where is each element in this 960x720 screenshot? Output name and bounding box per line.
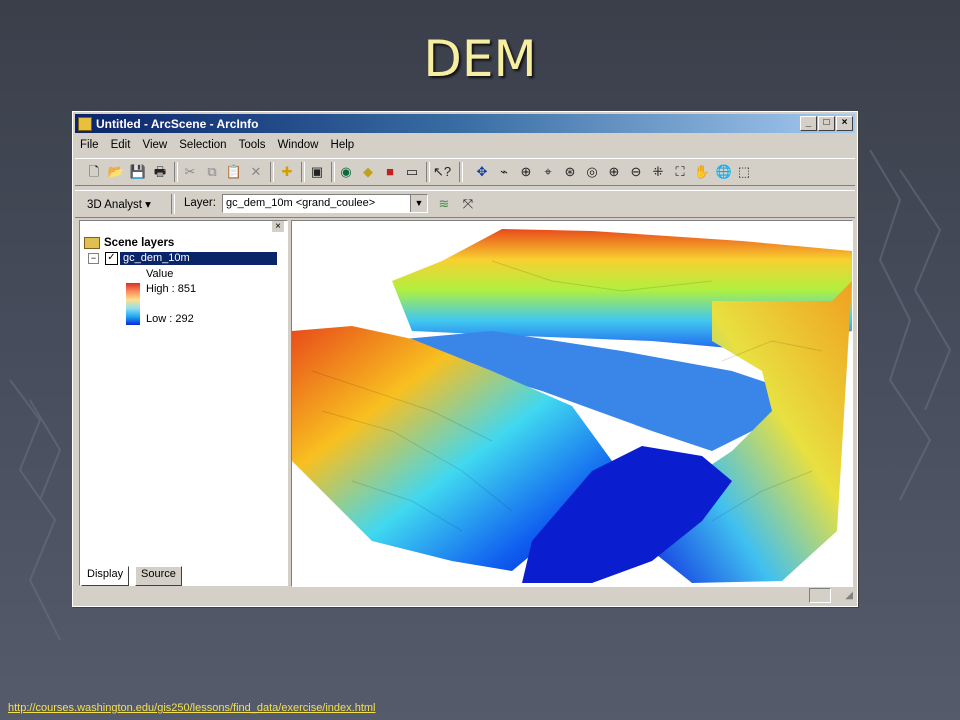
new-icon[interactable]: 🗋 [85,163,103,181]
layer-dropdown[interactable]: gc_dem_10m <grand_coulee> ▼ [222,194,428,213]
tab-source[interactable]: Source [135,566,182,586]
3d-analyst-menu[interactable]: 3D Analyst ▾ [87,197,151,211]
resize-grip-icon[interactable]: ◢ [845,590,853,601]
3d-scene-view[interactable] [291,220,853,587]
close-button[interactable]: × [836,116,853,131]
cut-icon[interactable]: ✂ [181,163,199,181]
legend-low-label: Low : 292 [146,313,194,325]
navigate-icon[interactable]: ✥ [473,163,491,181]
collapse-icon[interactable]: − [88,253,99,264]
menu-view[interactable]: View [137,136,171,151]
dem-terrain-render [292,229,852,583]
layers-icon [84,237,100,249]
menu-help[interactable]: Help [326,136,359,151]
layer-name[interactable]: gc_dem_10m [120,252,277,265]
legend-high-label: High : 851 [146,283,197,295]
pan-icon[interactable]: ✋ [693,163,711,181]
fly-icon[interactable]: ⌁ [495,163,513,181]
arcscene-app-icon [78,117,92,131]
status-panel [809,588,831,603]
menu-bar: File Edit View Selection Tools Window He… [75,136,855,156]
elevation-color-ramp [126,283,140,325]
paste-icon[interactable]: 📋 [225,163,243,181]
chevron-down-icon[interactable]: ▼ [410,195,427,212]
expand-fov-icon[interactable]: ⛶ [671,163,689,181]
contour-icon[interactable]: ≋ [435,195,453,213]
layer-dropdown-value: gc_dem_10m <grand_coulee> [226,197,376,209]
scene-layers-node[interactable]: Scene layers [84,237,174,249]
arccatalog-icon[interactable]: ◆ [359,163,377,181]
full-extent-icon[interactable]: 🌐 [715,163,733,181]
maximize-button[interactable]: □ [818,116,835,131]
select-icon[interactable]: ⬚ [735,163,753,181]
copy-icon[interactable]: ⧉ [203,163,221,181]
zoom-target-icon[interactable]: ⊕ [517,163,535,181]
menu-selection[interactable]: Selection [174,136,230,151]
window-title: Untitled - ArcScene - ArcInfo [96,117,259,131]
standard-toolbar: 🗋 📂 💾 🖶 ✂ ⧉ 📋 ✕ ✚ ▣ ◉ ◆ ■ ▭ ↖? ✥ ⌁ ⊕ ⌖ ⊛… [75,158,855,186]
menu-window[interactable]: Window [273,136,323,151]
model-icon[interactable]: ■ [381,163,399,181]
center-target-icon[interactable]: ⌖ [539,163,557,181]
status-bar: ◢ [75,586,855,604]
open-icon[interactable]: 📂 [107,163,125,181]
add-data-icon[interactable]: ✚ [278,163,296,181]
zoom-out-icon[interactable]: ⊖ [627,163,645,181]
line-of-sight-icon[interactable]: ⤧ [459,195,477,213]
tab-display[interactable]: Display [81,566,130,586]
slide-title: DEM [423,30,537,88]
observer-icon[interactable]: ◎ [583,163,601,181]
menu-file[interactable]: File [75,136,103,151]
arctoolbox-icon[interactable]: ◉ [337,163,355,181]
layer-visibility-checkbox[interactable]: ✓ [105,252,118,265]
arcscene-window: Untitled - ArcScene - ArcInfo _ □ × File E… [72,111,858,607]
table-of-contents: Scene layers − ✓ gc_dem_10m Value High :… [79,220,288,586]
legend-title: Value [146,268,174,280]
analyst-toolbar: 3D Analyst ▾ Layer: gc_dem_10m <grand_co… [75,190,855,218]
menu-tools[interactable]: Tools [234,136,270,151]
title-bar[interactable]: Untitled - ArcScene - ArcInfo _ □ × [75,114,855,133]
menu-edit[interactable]: Edit [106,136,135,151]
save-icon[interactable]: 💾 [129,163,147,181]
delete-icon[interactable]: ✕ [247,163,265,181]
close-icon[interactable]: × [272,221,284,232]
zoom-to-target-icon[interactable]: ⊛ [561,163,579,181]
source-link[interactable]: http://courses.washington.edu/gis250/les… [8,702,376,714]
layer-label: Layer: [184,197,216,209]
layer-row[interactable]: − ✓ gc_dem_10m [84,252,280,266]
narrow-fov-icon[interactable]: ⁜ [649,163,667,181]
whats-this-icon[interactable]: ↖? [433,163,451,181]
minimize-button[interactable]: _ [800,116,817,131]
zoom-in-icon[interactable]: ⊕ [605,163,623,181]
print-icon[interactable]: 🖶 [151,163,169,181]
scene-properties-icon[interactable]: ▣ [308,163,326,181]
window-icon[interactable]: ▭ [403,163,421,181]
